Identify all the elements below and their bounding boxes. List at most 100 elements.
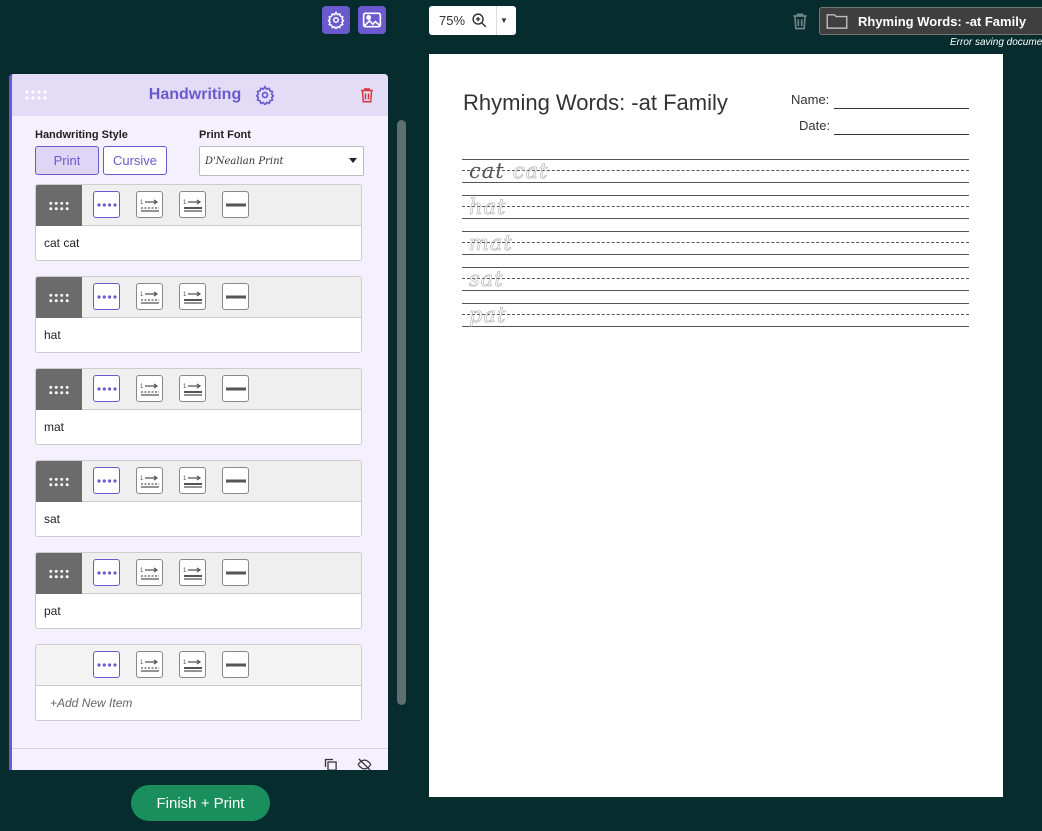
drag-handle-icon[interactable] <box>36 185 82 226</box>
svg-text:1: 1 <box>140 292 144 298</box>
trace-option-button[interactable]: 1 <box>136 467 163 494</box>
item-text-input[interactable]: hat <box>36 318 361 352</box>
handwriting-row: sat <box>462 267 969 291</box>
add-item-input[interactable]: +Add New Item <box>36 686 361 720</box>
handwriting-row: cat cat <box>462 159 969 183</box>
blank-option-button[interactable] <box>222 651 249 678</box>
svg-text:1: 1 <box>140 200 144 206</box>
row-word: mat <box>469 231 513 256</box>
item-text-input[interactable]: sat <box>36 502 361 536</box>
trace-option-button[interactable]: 1 <box>136 559 163 586</box>
panel-footer <box>12 748 388 770</box>
trace-word: cat <box>512 159 549 184</box>
svg-text:1: 1 <box>140 384 144 390</box>
hide-icon[interactable] <box>356 757 373 770</box>
item-text-input[interactable]: pat <box>36 594 361 628</box>
guide-option-button[interactable]: 1 <box>179 375 206 402</box>
gear-icon <box>327 11 345 29</box>
svg-text:1: 1 <box>140 568 144 574</box>
blank-option-button[interactable] <box>222 191 249 218</box>
list-item: 1 1 mat <box>35 368 362 445</box>
zoom-control[interactable]: 75% ▼ <box>429 6 516 35</box>
item-text-input[interactable]: mat <box>36 410 361 444</box>
panel-title: Handwriting <box>148 86 242 103</box>
worksheet-title: Rhyming Words: -at Family <box>463 90 728 115</box>
drag-handle-icon[interactable] <box>36 553 82 594</box>
print-style-button[interactable]: Print <box>35 146 99 175</box>
trace-word: hat <box>469 195 507 220</box>
handwriting-row: mat <box>462 231 969 255</box>
list-item: 1 1 hat <box>35 276 362 353</box>
blank-option-button[interactable] <box>222 283 249 310</box>
dotted-option-button[interactable] <box>93 191 120 218</box>
settings-button[interactable] <box>322 6 350 34</box>
guide-option-button[interactable]: 1 <box>179 191 206 218</box>
add-item-card: 1 1 +Add New Item <box>35 644 362 721</box>
panel-header: Handwriting <box>12 74 388 116</box>
handwriting-panel: Handwriting Handwriting Style Print Font… <box>9 74 388 770</box>
svg-text:1: 1 <box>183 476 187 482</box>
panel-scrollbar[interactable] <box>397 120 406 705</box>
drag-handle-icon[interactable] <box>36 277 82 318</box>
print-font-value: D'Nealian Print <box>205 155 284 167</box>
list-item: 1 1 pat <box>35 552 362 629</box>
drag-handle-icon[interactable] <box>36 461 82 502</box>
row-word: hat <box>469 195 507 220</box>
zoom-in-icon[interactable] <box>471 12 488 29</box>
trace-option-button[interactable]: 1 <box>136 651 163 678</box>
date-line <box>834 134 969 135</box>
trace-word: sat <box>469 267 504 292</box>
list-item: 1 1 sat <box>35 460 362 537</box>
trace-option-button[interactable]: 1 <box>136 283 163 310</box>
dotted-option-button[interactable] <box>93 283 120 310</box>
print-font-select[interactable]: D'Nealian Print <box>199 146 364 176</box>
print-font-label: Print Font <box>199 129 251 141</box>
handwriting-row: pat <box>462 303 969 327</box>
handwriting-style-label: Handwriting Style <box>35 129 128 141</box>
folder-icon <box>826 14 848 29</box>
handwriting-row: hat <box>462 195 969 219</box>
blank-option-button[interactable] <box>222 559 249 586</box>
guide-option-button[interactable]: 1 <box>179 467 206 494</box>
row-word: cat cat <box>469 159 549 184</box>
guide-option-button[interactable]: 1 <box>179 559 206 586</box>
dotted-option-button[interactable] <box>93 375 120 402</box>
item-text-input[interactable]: cat cat <box>36 226 361 260</box>
zoom-value: 75% <box>438 13 466 28</box>
date-label: Date: <box>799 118 831 133</box>
chevron-down-icon[interactable]: ▼ <box>497 16 511 25</box>
solid-word: cat <box>469 159 505 183</box>
row-word: sat <box>469 267 504 292</box>
image-icon <box>362 12 382 28</box>
guide-option-button[interactable]: 1 <box>179 651 206 678</box>
copy-icon[interactable] <box>323 757 338 770</box>
gear-icon[interactable] <box>255 85 275 105</box>
item-toolbar: 11 <box>36 553 361 594</box>
blank-option-button[interactable] <box>222 467 249 494</box>
trace-option-button[interactable]: 1 <box>136 191 163 218</box>
dotted-option-button[interactable] <box>93 559 120 586</box>
error-message: Error saving document <box>950 37 1042 48</box>
worksheet-page: Rhyming Words: -at Family Name: Date: ca… <box>429 54 1003 797</box>
svg-text:1: 1 <box>183 200 187 206</box>
dotted-option-button[interactable] <box>93 651 120 678</box>
trace-word: mat <box>469 231 513 256</box>
dotted-option-button[interactable] <box>93 467 120 494</box>
list-item: 1 1 cat cat <box>35 184 362 261</box>
svg-text:1: 1 <box>183 568 187 574</box>
item-toolbar: 11 <box>36 369 361 410</box>
item-toolbar: 11 <box>36 277 361 318</box>
trash-icon[interactable] <box>790 11 810 31</box>
svg-text:1: 1 <box>183 384 187 390</box>
finish-print-button[interactable]: Finish + Print <box>131 785 270 821</box>
document-title-button[interactable]: Rhyming Words: -at Family <box>819 7 1042 35</box>
item-toolbar: 11 <box>36 461 361 502</box>
row-word: pat <box>469 303 506 328</box>
delete-icon[interactable] <box>358 85 376 105</box>
blank-option-button[interactable] <box>222 375 249 402</box>
drag-handle-icon[interactable] <box>36 369 82 410</box>
guide-option-button[interactable]: 1 <box>179 283 206 310</box>
trace-option-button[interactable]: 1 <box>136 375 163 402</box>
image-button[interactable] <box>358 6 386 34</box>
cursive-style-button[interactable]: Cursive <box>103 146 167 175</box>
